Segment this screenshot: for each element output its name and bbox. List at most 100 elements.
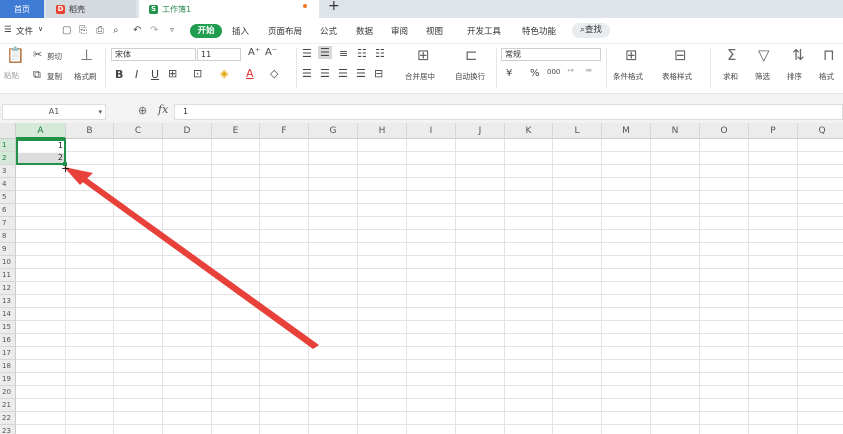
menu-review[interactable]: 审阅 [391, 25, 408, 37]
sum-button[interactable]: 求和 [723, 71, 738, 82]
align-middle-icon[interactable]: ☰ [318, 46, 332, 59]
wrap-text-button[interactable]: 自动换行 [455, 71, 485, 82]
align-top-icon[interactable]: ☰ [302, 47, 312, 60]
cut-button[interactable]: 剪切 [47, 51, 62, 62]
divider [296, 48, 297, 88]
table-style-icon[interactable]: ⊟ [674, 46, 687, 64]
align-right-icon[interactable]: ☰ [338, 67, 348, 80]
font-size-select[interactable]: 11 [197, 48, 241, 61]
format-icon[interactable]: ⊓ [823, 46, 835, 64]
name-box[interactable]: A1 ▾ [2, 104, 106, 120]
sheet-grid[interactable]: ABCDEFGHIJKLMNOPQ 1 2 3 4 5 6 7 8 9 10 11 12 13 14 15 1… [0, 123, 843, 434]
menu-data[interactable]: 数据 [356, 25, 373, 37]
table-style-button[interactable]: 表格样式 [662, 71, 692, 82]
percent-button[interactable]: % [530, 68, 540, 79]
tab-workbook-label: 工作簿1 [162, 4, 192, 14]
format-button[interactable]: 格式 [819, 71, 834, 82]
undo-icon[interactable]: ↶ [133, 25, 141, 36]
menu-formula[interactable]: 公式 [320, 25, 337, 37]
search-button[interactable]: ⌕查找 [572, 23, 610, 38]
spreadsheet-icon: S [149, 4, 158, 14]
tab-daoke[interactable]: D 稻壳 [46, 0, 136, 18]
justify-icon[interactable]: ☰ [356, 67, 366, 80]
filter-button[interactable]: 筛选 [755, 71, 770, 82]
daoke-icon: D [56, 4, 65, 14]
arrow-shaft [77, 173, 319, 349]
annotation-arrow: + [61, 162, 319, 349]
paste-button[interactable]: 粘贴 [4, 70, 19, 81]
align-center-icon[interactable]: ☰ [320, 67, 330, 80]
sum-icon[interactable]: Σ [727, 46, 736, 64]
divider [105, 48, 106, 88]
align-bottom-icon[interactable]: ≡ [339, 47, 348, 60]
chevron-down-icon[interactable]: ∨ [38, 25, 43, 33]
increase-decimal-icon[interactable]: ⁺⁰ [567, 68, 574, 76]
menu-special[interactable]: 特色功能 [522, 25, 556, 37]
sort-button[interactable]: 排序 [787, 71, 802, 82]
bold-button[interactable]: B [115, 68, 123, 81]
font-color-icon[interactable]: A [246, 67, 254, 80]
menu-file[interactable]: 文件 [16, 25, 33, 37]
menu-insert[interactable]: 插入 [232, 25, 249, 37]
chevron-down-icon[interactable]: ▾ [98, 105, 102, 119]
divider [710, 48, 711, 88]
filter-icon[interactable]: ▽ [758, 46, 770, 64]
copy-button[interactable]: 复制 [47, 71, 62, 82]
indent-decrease-icon[interactable]: ☷ [357, 47, 367, 60]
menu-bar: ☰ 文件 ∨ ▢ ⎘ ⎙ ⌕ ↶ ↷ ▿ 开始 插入 页面布局 公式 数据 审阅… [0, 18, 843, 44]
number-format-select[interactable]: 常规 [501, 48, 601, 61]
name-box-value: A1 [48, 107, 60, 116]
decrease-decimal-icon[interactable]: ⁰⁰ [586, 68, 592, 76]
italic-button[interactable]: I [135, 68, 138, 81]
wrap-icon[interactable]: ⊏ [465, 46, 478, 64]
currency-button[interactable]: ¥ [506, 68, 512, 79]
tab-home[interactable]: 首页 [0, 0, 44, 18]
indent-increase-icon[interactable]: ☷ [375, 47, 385, 60]
paste-icon[interactable]: 📋 [6, 46, 25, 64]
new-tab-button[interactable]: + [328, 0, 340, 14]
formula-input[interactable]: 1 [174, 104, 843, 120]
clear-icon[interactable]: ◇ [270, 67, 278, 80]
align-left-icon[interactable]: ☰ [302, 67, 312, 80]
border-icon[interactable]: ⊞ [168, 67, 177, 80]
redo-icon[interactable]: ↷ [150, 25, 158, 36]
divider [496, 48, 497, 88]
fill-color-icon[interactable]: ◈ [220, 67, 228, 80]
copy-icon[interactable]: ⧉ [33, 68, 41, 82]
unsaved-dot-icon [303, 4, 307, 8]
zoom-formula-icon[interactable]: ⊕ [138, 104, 147, 117]
format-painter-button[interactable]: 格式刷 [74, 71, 97, 82]
menu-developer[interactable]: 开发工具 [467, 25, 501, 37]
conditional-format-button[interactable]: 条件格式 [613, 71, 643, 82]
window-tab-bar: 首页 D 稻壳 S 工作簿1 + [0, 0, 843, 18]
merge-icon[interactable]: ⊞ [417, 46, 430, 64]
tab-home-label: 首页 [14, 4, 30, 14]
tab-workbook[interactable]: S 工作簿1 [139, 0, 319, 18]
menu-view[interactable]: 视图 [426, 25, 443, 37]
preview-icon[interactable]: ⌕ [113, 25, 119, 36]
scissors-icon[interactable]: ✂ [33, 48, 42, 61]
menu-start[interactable]: 开始 [190, 24, 222, 38]
merge-center-button[interactable]: 合并居中 [405, 71, 435, 82]
customize-icon[interactable]: ▿ [170, 25, 174, 34]
formula-bar: A1 ▾ ⊕ fx 1 [0, 93, 843, 123]
save-icon[interactable]: ▢ [62, 25, 71, 36]
shrink-font-button[interactable]: A⁻ [265, 47, 277, 58]
menu-page-layout[interactable]: 页面布局 [268, 25, 302, 37]
search-label: 查找 [584, 25, 602, 35]
ribbon-toolbar: 📋 粘贴 ✂ 剪切 ⧉ 复制 ⊥ 格式刷 宋体 11 A⁺ A⁻ B I U ⊞… [0, 44, 843, 93]
font-name-select[interactable]: 宋体 [111, 48, 196, 61]
underline-button[interactable]: U [151, 68, 159, 81]
conditional-format-icon[interactable]: ⊞ [625, 46, 638, 64]
distribute-icon[interactable]: ⊟ [374, 67, 383, 80]
grow-font-button[interactable]: A⁺ [248, 47, 260, 58]
shading-icon[interactable]: ⊡ [193, 67, 202, 80]
thousand-separator-button[interactable]: 000 [547, 68, 560, 76]
print-icon[interactable]: ⎙ [96, 25, 104, 36]
menu-icon[interactable]: ☰ [4, 25, 12, 35]
sort-icon[interactable]: ⇅ [792, 46, 805, 64]
tab-daoke-label: 稻壳 [69, 4, 85, 14]
insert-function-button[interactable]: fx [158, 103, 168, 116]
format-painter-icon[interactable]: ⊥ [80, 46, 93, 64]
export-icon[interactable]: ⎘ [79, 25, 87, 36]
